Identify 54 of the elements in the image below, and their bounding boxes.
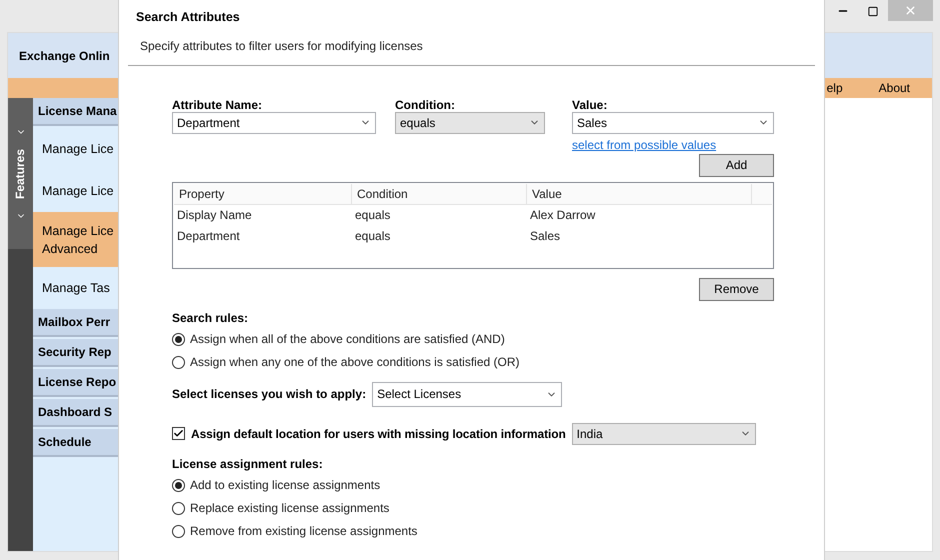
close-icon [904,4,917,17]
app-title: Exchange Onlin [19,48,110,64]
nav-item[interactable]: Manage Tas [33,267,118,309]
possible-values-link[interactable]: select from possible values [572,136,716,154]
dialog-title: Search Attributes [135,9,241,26]
assignment-rules-label: License assignment rules: [172,456,324,473]
table-cell: equals [355,229,390,244]
field-label: Condition: [395,96,456,112]
nav-item[interactable]: Manage Lice [33,128,118,170]
radio-button[interactable] [172,332,185,346]
nav-section-header[interactable]: License Mana [33,98,118,126]
table-cell: Alex Darrow [530,208,596,222]
nav-item[interactable]: Manage Lice [33,170,118,212]
radio-button[interactable] [172,356,185,369]
field-label: Attribute Name: [172,96,264,112]
menu-item[interactable]: About [878,79,910,97]
radio-label: Assign when any one of the above conditions is satisfied (OR) [190,354,520,372]
radio-button[interactable] [172,524,185,538]
radio-label: Remove from existing license assignments [190,523,418,540]
menu-item[interactable]: elp [826,79,843,97]
nav-item[interactable]: Manage Lice Advanced [33,212,118,267]
maximize-icon [867,6,879,16]
column-header[interactable]: Value [527,184,752,204]
nav-section-header[interactable]: Security Rep [33,339,118,367]
search-rules-label: Search rules: [172,310,250,327]
remove-button[interactable]: Remove [699,278,774,301]
nav-section-header[interactable]: Schedule [33,429,118,457]
radio-label: Assign when all of the above conditions are satisfied (AND) [190,331,505,348]
location-select[interactable]: India [572,422,756,445]
licenses-label: Select licenses you wish to apply: [172,386,366,404]
side-tab[interactable]: Features [8,98,33,249]
radio-label: Replace existing license assignments [190,500,390,518]
radio-label: Add to existing license assignments [190,477,380,494]
radio-button[interactable] [172,502,185,515]
nav-section-header[interactable]: License Repo [33,369,118,397]
nav-section-header[interactable]: Mailbox Perr [33,309,118,337]
column-header[interactable]: Condition [352,184,527,204]
check-icon [173,428,184,440]
checkbox[interactable] [172,427,185,440]
field-label: Value: [572,96,608,112]
table-cell: Department [177,229,240,244]
table-cell: Display Name [177,208,252,222]
radio-button[interactable] [172,478,185,492]
select-field[interactable]: Sales [572,112,774,134]
column-header[interactable]: Property [174,184,352,204]
add-button[interactable]: Add [699,154,774,177]
licenses-select[interactable]: Select Licenses [372,382,562,407]
select-field[interactable]: equals [395,112,545,134]
checkbox-label: Assign default location for users with missing location information [191,426,566,443]
select-field[interactable]: Department [172,112,376,134]
table-cell: equals [355,208,390,222]
nav-section-header[interactable]: Dashboard S [33,399,118,427]
table-cell: Sales [530,229,560,244]
dialog-subtitle: Specify attributes to filter users for modifying licenses [139,38,424,55]
